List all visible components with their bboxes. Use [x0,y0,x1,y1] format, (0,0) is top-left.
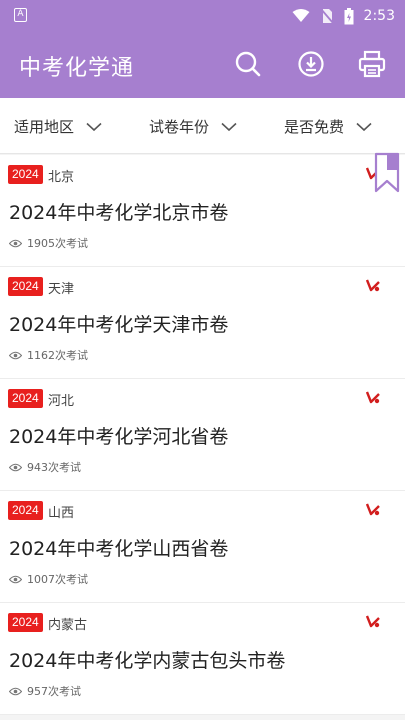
filter-free-label: 是否免费 [284,118,345,136]
region-label: 山西 [48,506,75,521]
year-badge: 2024 [8,277,43,296]
eye-icon [9,351,22,359]
status-bar: A 2:53 [0,0,405,32]
region-label: 内蒙古 [48,618,88,633]
list-item[interactable]: 2024 山西 2024年中考化学山西省卷 1007次考试 [0,491,405,603]
view-count-text: 943次考试 [27,461,81,474]
view-count: 957次考试 [9,683,81,699]
year-badge: 2024 [8,165,43,184]
download-button[interactable] [296,49,326,79]
print-button[interactable] [357,49,387,79]
list-item[interactable]: 2024 河北 2024年中考化学河北省卷 943次考试 [0,379,405,491]
status-time: 2:53 [363,8,395,24]
filter-free[interactable]: 是否免费 [284,116,372,137]
list-item[interactable]: 2024 北京 2024年中考化学北京市卷 1905次考试 [0,155,405,267]
view-count: 943次考试 [9,459,81,475]
status-indicators: 2:53 [292,6,395,26]
filter-region[interactable]: 适用地区 [14,116,102,137]
region-label: 北京 [48,170,75,185]
search-button[interactable] [233,49,263,79]
chevron-down-icon [356,122,372,131]
eye-icon [9,463,22,471]
paper-title: 2024年中考化学河北省卷 [9,426,229,448]
notification-a-icon: A [14,8,27,22]
region-label: 河北 [48,394,75,409]
filter-region-label: 适用地区 [14,118,75,136]
bookmark-icon[interactable] [374,152,400,194]
no-sim-icon [319,8,334,24]
eye-icon [9,687,22,695]
paper-title: 2024年中考化学天津市卷 [9,314,229,336]
eye-icon [9,239,22,247]
view-count-text: 1162次考试 [27,349,88,362]
checkmark-icon [366,503,380,516]
battery-icon [344,7,354,24]
paper-title: 2024年中考化学北京市卷 [9,202,229,224]
year-badge: 2024 [8,389,43,408]
list-item[interactable]: 2024 内蒙古 2024年中考化学内蒙古包头市卷 957次考试 [0,603,405,715]
chevron-down-icon [221,122,237,131]
paper-list: 2024 北京 2024年中考化学北京市卷 1905次考试 2024 天津 20… [0,155,405,715]
list-item[interactable]: 2024 天津 2024年中考化学天津市卷 1162次考试 [0,267,405,379]
view-count-text: 1905次考试 [27,237,88,250]
checkmark-icon [366,279,380,292]
region-label: 天津 [48,282,75,297]
checkmark-icon [366,391,380,404]
year-badge: 2024 [8,613,43,632]
view-count: 1905次考试 [9,235,88,251]
search-icon [235,51,261,77]
filter-bar: 适用地区 试卷年份 是否免费 [0,98,405,154]
view-count: 1007次考试 [9,571,88,587]
view-count-text: 1007次考试 [27,573,88,586]
print-icon [358,50,386,78]
eye-icon [9,575,22,583]
year-badge: 2024 [8,501,43,520]
view-count-text: 957次考试 [27,685,81,698]
filter-year-label: 试卷年份 [149,118,210,136]
app-title: 中考化学通 [19,56,135,81]
paper-title: 2024年中考化学山西省卷 [9,538,229,560]
download-icon [298,51,324,77]
chevron-down-icon [86,122,102,131]
wifi-icon [292,9,310,22]
paper-title: 2024年中考化学内蒙古包头市卷 [9,650,286,672]
checkmark-icon [366,615,380,628]
app-bar: 中考化学通 [0,32,405,98]
filter-year[interactable]: 试卷年份 [149,116,237,137]
view-count: 1162次考试 [9,347,88,363]
